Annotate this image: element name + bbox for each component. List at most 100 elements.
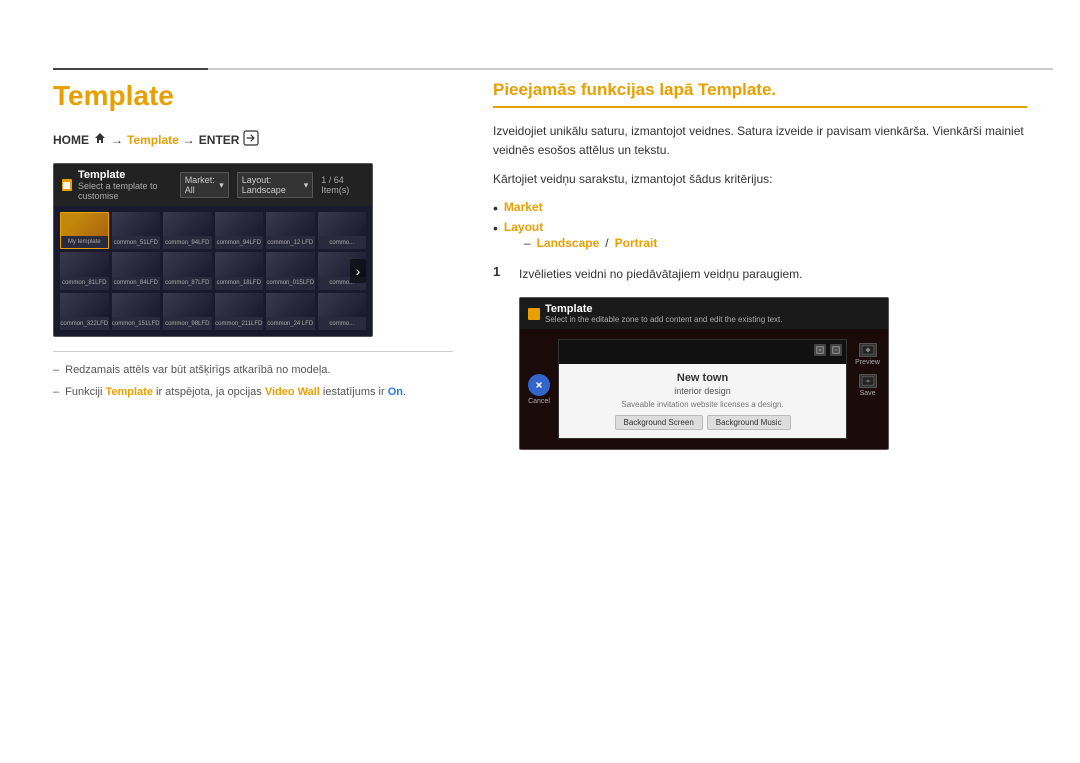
top-divider-accent	[53, 68, 208, 70]
grid-item-7[interactable]: common_84LFD	[112, 252, 161, 289]
preview-icon-2	[830, 344, 842, 356]
grid-preview-7	[112, 252, 161, 276]
page-container: Template HOME → Template → ENTER	[0, 0, 1080, 763]
overlay-subtitle: interior design	[569, 386, 836, 396]
breadcrumb: HOME → Template → ENTER	[53, 130, 453, 149]
template-ui-title-text: Template	[78, 169, 180, 181]
note-item-1: – Redzamais attēls var būt atšķirīgs atk…	[53, 362, 453, 379]
background-music-button[interactable]: Background Music	[707, 415, 791, 430]
overlay-buttons: Background Screen Background Music	[569, 415, 836, 430]
save-button[interactable]: Save	[859, 374, 877, 397]
grid-label-12: common_322LFD	[60, 321, 108, 328]
grid-label-5: commo...	[329, 240, 354, 247]
grid-item-2[interactable]: common_94LFD	[163, 212, 212, 249]
home-icon	[93, 131, 107, 148]
template-large-title-group: Template Select in the editable zone to …	[545, 303, 783, 324]
note-text-before-2: Funkciji	[65, 386, 105, 398]
grid-item-13[interactable]: common_151LFD	[112, 293, 161, 330]
template-ui-controls: Market: All ▾ Layout: Landscape ▾ 1 / 64…	[180, 172, 364, 198]
grid-label-16: common_24 LFD	[267, 321, 313, 328]
note-text-middle: ir atspējota, ja opcijas	[153, 386, 265, 398]
bullet-item-market: • Market	[493, 200, 1027, 217]
grid-item-17[interactable]: commo...	[318, 293, 367, 330]
layout-label: Layout: Landscape	[242, 175, 302, 195]
grid-item-5[interactable]: commo...	[318, 212, 367, 249]
grid-nav-arrow[interactable]: ›	[350, 259, 366, 283]
preview-button[interactable]: Preview	[855, 343, 880, 366]
preview-label: Preview	[855, 359, 880, 366]
grid-item-preview-folder	[61, 213, 108, 236]
template-ui-subtitle: Select a template to customise	[78, 181, 180, 201]
bullet-sub-dash: –	[524, 236, 531, 250]
breadcrumb-arrow2: →	[183, 133, 195, 147]
template-ui-screenshot-right: Template Select in the editable zone to …	[519, 297, 889, 450]
grid-item-4[interactable]: common_12 LFD	[266, 212, 315, 249]
overlay-desc: Saveable invitation website licenses a d…	[569, 400, 836, 409]
grid-item-3[interactable]: common_94LFD	[215, 212, 264, 249]
layout-dropdown[interactable]: Layout: Landscape ▾	[237, 172, 314, 198]
grid-preview-4	[266, 212, 315, 236]
overlay-dialog: New town interior design Saveable invita…	[559, 364, 846, 438]
bullet-label-market: Market	[504, 200, 543, 214]
template-ui-grid: My template common_51LFD common_94LFD	[54, 206, 372, 336]
grid-item-label-0: My template	[68, 239, 101, 246]
template-ui-screenshot-left: Template Select a template to customise …	[53, 163, 373, 337]
grid-item-14[interactable]: common_98LFD	[163, 293, 212, 330]
background-screen-button[interactable]: Background Screen	[615, 415, 703, 430]
bullet-sub-landscape-text: Landscape	[537, 236, 600, 250]
market-label: Market: All	[185, 175, 218, 195]
grid-label-14: common_98LFD	[165, 321, 209, 328]
breadcrumb-enter: ENTER	[199, 133, 240, 147]
template-large-right-controls: Preview Save	[855, 339, 880, 439]
save-label: Save	[860, 390, 876, 397]
notes-section: – Redzamais attēls var būt atšķirīgs atk…	[53, 351, 453, 401]
grid-preview-1	[112, 212, 161, 236]
breadcrumb-home: HOME	[53, 133, 89, 147]
grid-item-10[interactable]: common_015LFD	[266, 252, 315, 289]
grid-label-4: common_12 LFD	[267, 240, 313, 247]
cancel-circle-icon	[528, 374, 550, 396]
note-dash-1: –	[53, 362, 59, 379]
note-item-2: – Funkciji Template ir atspējota, ja opc…	[53, 384, 453, 401]
grid-preview-2	[163, 212, 212, 236]
market-dropdown[interactable]: Market: All ▾	[180, 172, 229, 198]
bullet-sub-landscape: – Landscape / Portrait	[524, 236, 657, 250]
grid-item-my-template[interactable]: My template	[60, 212, 109, 249]
template-ui-large-header: Template Select in the editable zone to …	[520, 298, 888, 329]
grid-preview-17	[318, 293, 367, 317]
template-ui-large-body: Cancel	[520, 329, 888, 449]
grid-label-7: common_84LFD	[114, 280, 158, 287]
grid-preview-14	[163, 293, 212, 317]
content-area: Template HOME → Template → ENTER	[0, 80, 1080, 450]
bullet-dot-layout: •	[493, 220, 498, 237]
grid-item-6[interactable]: common_81LFD	[60, 252, 109, 289]
grid-label-13: common_151LFD	[112, 321, 160, 328]
step-1-number: 1	[493, 264, 509, 283]
note-dash-2: –	[53, 384, 59, 401]
grid-item-8[interactable]: common_87LFD	[163, 252, 212, 289]
grid-label-8: common_87LFD	[165, 280, 209, 287]
left-column: Template HOME → Template → ENTER	[53, 80, 453, 450]
grid-item-16[interactable]: common_24 LFD	[266, 293, 315, 330]
bullet-label-layout: Layout	[504, 220, 543, 234]
grid-preview-13	[112, 293, 161, 317]
grid-label-1: common_51LFD	[114, 240, 158, 247]
note-highlight-on: On	[388, 386, 403, 398]
template-icon-small	[62, 179, 72, 191]
grid-item-12[interactable]: common_322LFD	[60, 293, 109, 330]
template-ui-large-title: Template Select in the editable zone to …	[528, 303, 783, 324]
grid-item-9[interactable]: common_18LFD	[215, 252, 264, 289]
template-icon-inner	[63, 182, 70, 189]
cancel-label: Cancel	[528, 398, 550, 405]
save-icon	[859, 374, 877, 388]
note-highlight-videowall: Video Wall	[265, 386, 320, 398]
grid-preview-16	[266, 293, 315, 317]
cancel-button[interactable]: Cancel	[528, 374, 550, 405]
preview-icon-1	[814, 344, 826, 356]
template-ui-title-group: Template Select a template to customise	[78, 169, 180, 201]
right-column: Pieejamās funkcijas lapā Template. Izvei…	[493, 80, 1027, 450]
template-large-subtitle: Select in the editable zone to add conte…	[545, 315, 783, 324]
bullet-layout-group: Layout – Landscape / Portrait	[504, 220, 657, 250]
grid-item-15[interactable]: common_211LFD	[215, 293, 264, 330]
grid-item-1[interactable]: common_51LFD	[112, 212, 161, 249]
